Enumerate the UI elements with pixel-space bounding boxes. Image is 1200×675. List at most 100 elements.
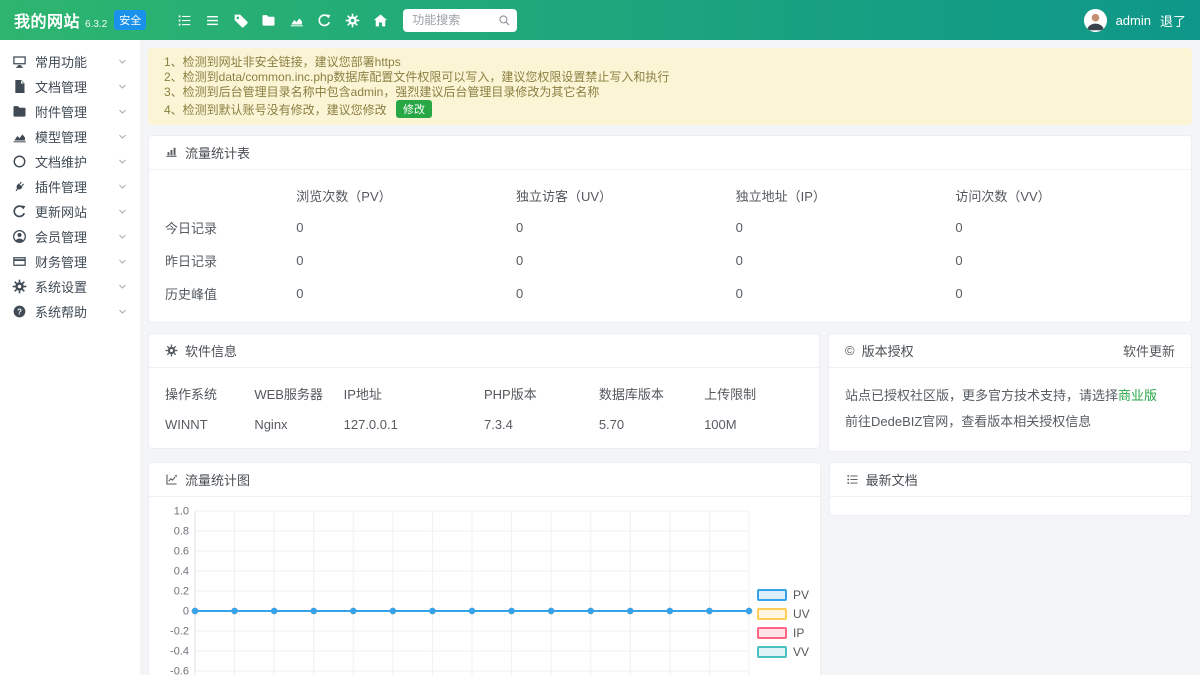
panel-title: 流量统计图	[185, 470, 250, 489]
cell-value: 0	[736, 244, 956, 277]
panel-header: 最新文档	[830, 463, 1191, 497]
cell-value: 0	[736, 277, 956, 310]
license-line: 站点已授权社区版，更多官方技术支持，请选择商业版	[845, 385, 1175, 404]
tag-icon[interactable]	[232, 7, 249, 33]
table-row: WINNT Nginx 127.0.0.1 7.3.4 5.70 100M	[165, 409, 803, 436]
chevron-down-icon	[117, 131, 128, 142]
cell-value: 0	[516, 277, 736, 310]
sidebar-item-label: 文档维护	[35, 152, 87, 171]
sidebar-item-system-settings[interactable]: 系统设置	[0, 274, 140, 299]
col-header: WEB服务器	[254, 374, 343, 409]
file-icon	[12, 79, 27, 94]
legend-item-vv[interactable]: VV	[757, 645, 810, 659]
gear-icon[interactable]	[344, 7, 361, 33]
sidebar-item-common-functions[interactable]: 常用功能	[0, 49, 140, 74]
sidebar-item-system-help[interactable]: 系统帮助	[0, 299, 140, 324]
panel-title: 流量统计表	[185, 143, 250, 162]
software-info-panel: 软件信息 操作系统 WEB服务器 IP地址 PHP版本 数据库版本 上传限制	[148, 333, 820, 449]
chevron-down-icon	[117, 56, 128, 67]
home-icon[interactable]	[372, 7, 389, 33]
svg-text:0.4: 0.4	[174, 566, 189, 578]
sidebar-item-member-management[interactable]: 会员管理	[0, 224, 140, 249]
content-list-icon[interactable]	[176, 7, 193, 33]
table-row: 今日记录 0 0 0 0	[165, 211, 1175, 244]
plug-icon	[12, 179, 27, 194]
sidebar-item-label: 财务管理	[35, 252, 87, 271]
legend-item-uv[interactable]: UV	[757, 607, 810, 621]
col-header-vv: 访问次数（VV）	[955, 176, 1175, 211]
col-header: PHP版本	[484, 374, 599, 409]
software-update-link[interactable]: 软件更新	[1123, 341, 1175, 360]
cell-value: 0	[296, 211, 516, 244]
sidebar: 常用功能 文档管理 附件管理 模型管理 文档维护 插件管理 更新网站 会员管理 …	[0, 40, 140, 675]
desktop-icon	[12, 54, 27, 69]
site-title: 我的网站	[14, 8, 80, 32]
warning-line: 2、检测到data/common.inc.php数据库配置文件权限可以写入，建议…	[164, 70, 1176, 85]
topbar: 我的网站 6.3.2 安全 admin 退了	[0, 0, 1200, 40]
col-header: 上传限制	[704, 374, 803, 409]
gear-icon	[12, 279, 27, 294]
sidebar-item-attachment-management[interactable]: 附件管理	[0, 99, 140, 124]
function-search	[403, 9, 517, 32]
bar-chart-icon	[165, 146, 178, 159]
chevron-down-icon	[117, 81, 128, 92]
cell-value: 0	[296, 277, 516, 310]
warning-line: 4、检测到默认账号没有修改，建议您修改 修改	[164, 100, 1176, 118]
svg-text:-0.2: -0.2	[170, 626, 189, 638]
username[interactable]: admin	[1116, 13, 1151, 28]
svg-text:0.2: 0.2	[174, 586, 189, 598]
legend-swatch	[757, 608, 787, 620]
folder-icon[interactable]	[260, 7, 277, 33]
legend-item-pv[interactable]: PV	[757, 588, 810, 602]
avatar[interactable]	[1084, 9, 1107, 32]
chart-area-icon[interactable]	[288, 7, 305, 33]
sidebar-item-label: 系统帮助	[35, 302, 87, 321]
panel-header: 流量统计图	[149, 463, 820, 497]
gears-icon	[165, 344, 178, 357]
row-label: 今日记录	[165, 211, 296, 244]
logout-link[interactable]: 退了	[1160, 11, 1186, 30]
main-content: 1、检测到网址非安全链接，建议您部署https 2、检测到data/common…	[140, 40, 1200, 675]
svg-text:-0.4: -0.4	[170, 646, 189, 658]
warning-line: 3、检测到后台管理目录名称中包含admin，强烈建议后台管理目录修改为其它名称	[164, 85, 1176, 100]
legend-item-ip[interactable]: IP	[757, 626, 810, 640]
search-icon[interactable]	[498, 14, 511, 27]
cell-value: 0	[955, 211, 1175, 244]
sidebar-item-update-site[interactable]: 更新网站	[0, 199, 140, 224]
legend-swatch	[757, 646, 787, 658]
chevron-down-icon	[117, 281, 128, 292]
row-label: 历史峰值	[165, 277, 296, 310]
chevron-down-icon	[117, 231, 128, 242]
sidebar-item-document-maintenance[interactable]: 文档维护	[0, 149, 140, 174]
traffic-stats-table-panel: 流量统计表 浏览次数（PV） 独立访客（UV） 独立地址（IP） 访问次数（VV…	[148, 135, 1192, 323]
refresh-icon[interactable]	[316, 7, 333, 33]
sidebar-item-plugin-management[interactable]: 插件管理	[0, 174, 140, 199]
license-text: 站点已授权社区版，更多官方技术支持，请选择	[845, 388, 1118, 403]
commercial-edition-link[interactable]: 商业版	[1118, 388, 1157, 403]
col-header: IP地址	[344, 374, 484, 409]
legend-swatch	[757, 627, 787, 639]
webserver-value: Nginx	[254, 409, 343, 436]
menu-bars-icon[interactable]	[204, 7, 221, 33]
ip-value: 127.0.0.1	[344, 409, 484, 436]
warning-line: 1、检测到网址非安全链接，建议您部署https	[164, 55, 1176, 70]
table-row: 昨日记录 0 0 0 0	[165, 244, 1175, 277]
sidebar-item-label: 系统设置	[35, 277, 87, 296]
cell-value: 0	[736, 211, 956, 244]
sidebar-item-document-management[interactable]: 文档管理	[0, 74, 140, 99]
topbar-user-area: admin 退了	[1084, 9, 1186, 32]
legend-label: VV	[793, 645, 809, 659]
security-badge[interactable]: 安全	[114, 10, 146, 30]
latest-docs-empty-body	[830, 497, 1191, 515]
refresh-icon	[12, 204, 27, 219]
site-logo[interactable]: 我的网站 6.3.2	[14, 8, 107, 32]
chevron-down-icon	[117, 106, 128, 117]
sidebar-item-label: 会员管理	[35, 227, 87, 246]
row-label: 昨日记录	[165, 244, 296, 277]
traffic-table: 浏览次数（PV） 独立访客（UV） 独立地址（IP） 访问次数（VV） 今日记录…	[165, 176, 1175, 310]
traffic-line-chart: 1.00.80.60.40.20-0.2-0.4-0.6-0.8-1.005-2…	[155, 501, 755, 675]
modify-account-button[interactable]: 修改	[396, 100, 432, 118]
col-header: 操作系统	[165, 374, 254, 409]
sidebar-item-finance-management[interactable]: 财务管理	[0, 249, 140, 274]
sidebar-item-model-management[interactable]: 模型管理	[0, 124, 140, 149]
